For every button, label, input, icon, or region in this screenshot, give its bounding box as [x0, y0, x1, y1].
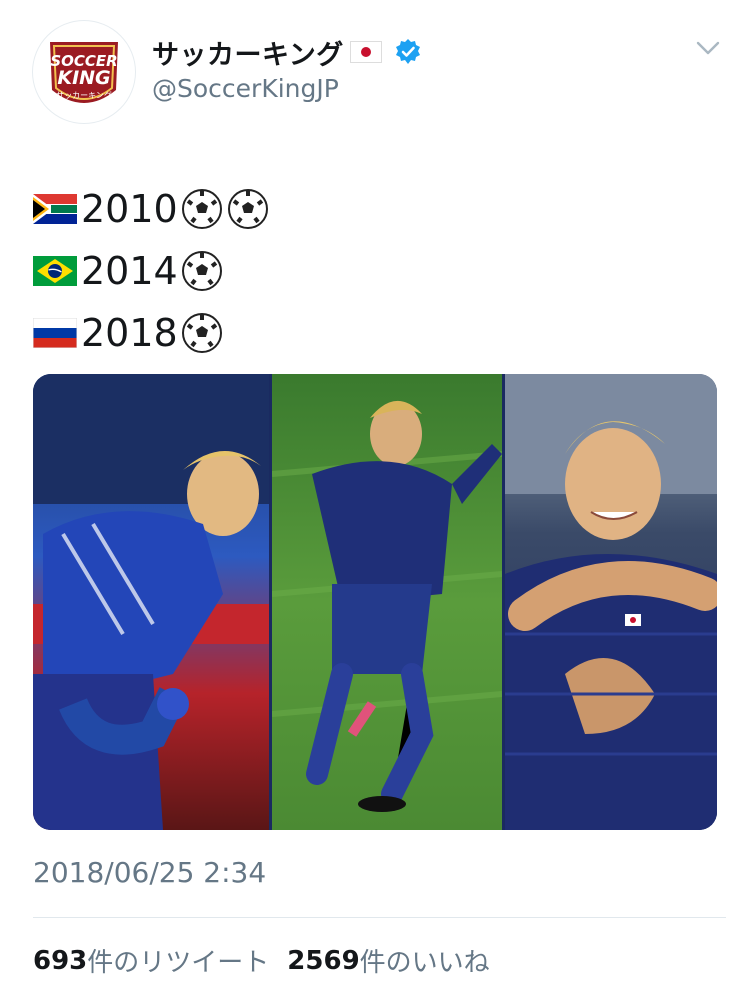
brazil-flag-icon — [33, 256, 77, 286]
south-africa-flag-icon — [33, 194, 77, 224]
like-count[interactable]: 2569 — [287, 946, 359, 976]
year-2018: 2018 — [81, 311, 178, 355]
soccer-ball-icon — [181, 313, 222, 353]
tweet-stats: 693 件のリツイート 2569 件のいいね — [33, 942, 490, 979]
year-2010: 2010 — [81, 187, 178, 231]
retweet-count[interactable]: 693 — [33, 946, 87, 976]
display-name[interactable]: サッカーキング — [152, 33, 344, 72]
chevron-down-icon[interactable] — [694, 38, 722, 58]
tweet-photo[interactable] — [33, 374, 717, 830]
divider — [33, 917, 726, 918]
tweet-header: SOCCER KING サッカーキング サッカーキング @SoccerKingJ… — [0, 0, 750, 130]
tweet-line-2010: 2010 — [33, 178, 270, 240]
tweet-timestamp[interactable]: 2018/06/25 2:34 — [33, 856, 266, 889]
like-label[interactable]: 件のいいね — [360, 942, 490, 979]
japan-flag-icon — [349, 41, 382, 63]
year-2014: 2014 — [81, 249, 178, 293]
name-row: サッカーキング — [152, 32, 422, 72]
tweet-line-2014: 2014 — [33, 240, 270, 302]
player-smiling-image — [505, 374, 717, 830]
player-celebrating-image — [33, 374, 269, 830]
svg-text:KING: KING — [57, 67, 110, 89]
photo-panel-2018 — [505, 374, 717, 830]
soccer-king-logo: SOCCER KING サッカーキング — [34, 22, 134, 122]
verified-badge-icon — [395, 39, 420, 64]
soccer-ball-icon — [181, 189, 222, 229]
player-running-image — [272, 400, 502, 812]
avatar[interactable]: SOCCER KING サッカーキング — [32, 20, 136, 124]
tweet-line-2018: 2018 — [33, 302, 270, 364]
photo-panel-2010 — [33, 374, 269, 830]
retweet-label[interactable]: 件のリツイート — [87, 942, 269, 979]
photo-panel-2014 — [272, 374, 502, 830]
handle[interactable]: @SoccerKingJP — [152, 74, 339, 103]
svg-text:サッカーキング: サッカーキング — [56, 90, 112, 100]
soccer-ball-icon — [227, 189, 268, 229]
russia-flag-icon — [33, 318, 77, 348]
soccer-ball-icon — [181, 251, 222, 291]
tweet-text: 2010 2014 2018 — [33, 178, 270, 364]
